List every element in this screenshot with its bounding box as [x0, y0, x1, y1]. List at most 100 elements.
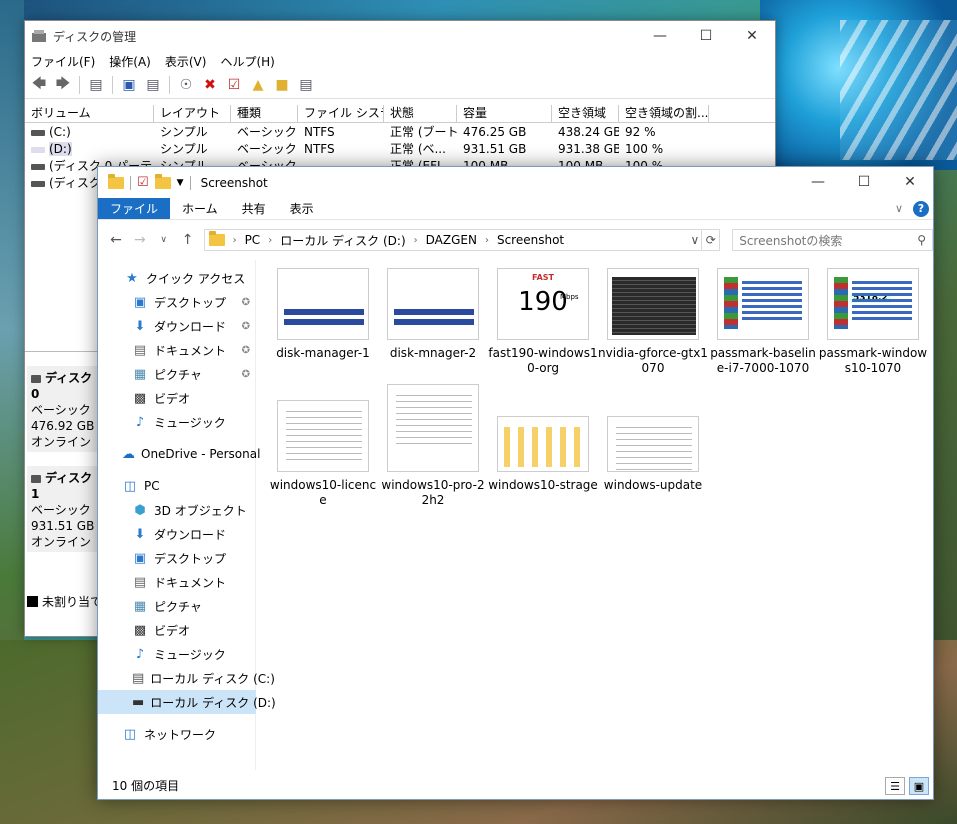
forward-arrow-icon[interactable]: → — [132, 232, 148, 248]
view-switcher: ☰ ▣ — [885, 777, 929, 795]
table-row[interactable]: (D:) シンプル ベーシック NTFS 正常 (ベ... 931.51 GB … — [25, 141, 775, 158]
properties-icon[interactable]: ▤ — [143, 75, 163, 95]
details-view-icon[interactable]: ☰ — [885, 777, 905, 795]
video-icon: ▩ — [133, 390, 147, 406]
minimize-icon[interactable]: — — [795, 167, 841, 197]
nav-quick-access[interactable]: ★ クイック アクセス — [98, 266, 256, 290]
file-item[interactable]: nvidia-gforce-gtx1070 — [598, 268, 708, 376]
delete-icon[interactable]: ✖ — [200, 75, 220, 95]
list-icon[interactable]: ▤ — [296, 75, 316, 95]
folder-icon — [108, 173, 124, 189]
menu-file[interactable]: ファイル(F) — [31, 53, 95, 70]
forward-arrow-icon[interactable]: 🡆 — [53, 75, 73, 95]
document-icon: ▤ — [133, 342, 147, 358]
star-icon: ★ — [126, 270, 138, 286]
close-icon[interactable]: ✕ — [729, 21, 775, 51]
nav-documents[interactable]: ▤ ドキュメント — [98, 570, 256, 594]
file-item[interactable]: FAST 190 Mbps fast190-windows10-org — [488, 268, 598, 376]
nav-downloads-pinned[interactable]: ⬇ ダウンロード ✪ — [98, 314, 256, 338]
col-free[interactable]: 空き領域 — [552, 105, 619, 122]
nav-music[interactable]: ♪ ミュージック — [98, 642, 256, 666]
drive-icon: ▬ — [132, 694, 145, 710]
file-item[interactable]: windows-update — [598, 416, 708, 493]
drive-icon — [31, 129, 45, 136]
nav-desktop[interactable]: ▣ デスクトップ — [98, 546, 256, 570]
breadcrumb-drive[interactable]: ローカル ディスク (D:) — [280, 232, 405, 249]
col-filesystem[interactable]: ファイル システム — [298, 105, 384, 122]
nav-pc[interactable]: ◫ PC — [98, 474, 256, 498]
maximize-icon[interactable]: ☐ — [683, 21, 729, 51]
col-status[interactable]: 状態 — [384, 105, 457, 122]
disk-1-panel[interactable]: ディスク 1 ベーシック 931.51 GB オンライン — [27, 466, 101, 552]
tab-file[interactable]: ファイル — [98, 198, 171, 219]
breadcrumb-dazgen[interactable]: DAZGEN — [426, 233, 477, 247]
tab-share[interactable]: 共有 — [230, 198, 278, 219]
tab-view[interactable]: 表示 — [278, 198, 326, 219]
back-arrow-icon[interactable]: 🡄 — [29, 75, 49, 95]
nav-desktop-pinned[interactable]: ▣ デスクトップ ✪ — [98, 290, 256, 314]
menu-action[interactable]: 操作(A) — [109, 53, 151, 70]
maximize-icon[interactable]: ☐ — [841, 167, 887, 197]
new-folder-icon[interactable] — [154, 173, 171, 189]
nav-onedrive[interactable]: ☁ OneDrive - Personal — [98, 442, 260, 466]
file-item[interactable]: windows10-pro-22h2 — [378, 384, 488, 508]
nav-videos-quick[interactable]: ▩ ビデオ — [98, 386, 256, 410]
console-tree-icon[interactable]: ▤ — [86, 75, 106, 95]
nav-downloads[interactable]: ⬇ ダウンロード — [98, 522, 256, 546]
refresh-icon[interactable]: ⟳ — [702, 229, 721, 251]
menu-view[interactable]: 表示(V) — [165, 53, 207, 70]
file-item[interactable]: windows10-strage — [488, 416, 598, 493]
nav-videos[interactable]: ▩ ビデオ — [98, 618, 256, 642]
recent-dropdown-icon[interactable]: ∨ — [156, 235, 172, 245]
breadcrumb-screenshot[interactable]: Screenshot — [497, 233, 564, 247]
file-item[interactable]: disk-mnager-2 — [378, 268, 488, 361]
pin-icon[interactable]: ✪ — [242, 321, 250, 332]
music-icon: ♪ — [135, 646, 145, 662]
expand-ribbon-icon[interactable]: ∨ — [895, 202, 903, 215]
nav-drive-c[interactable]: ▤ ローカル ディスク (C:) — [98, 666, 275, 690]
legend-unallocated: 未割り当て — [27, 593, 102, 610]
col-volume[interactable]: ボリューム — [25, 105, 154, 122]
large-icons-view-icon[interactable]: ▣ — [909, 777, 929, 795]
close-icon[interactable]: ✕ — [887, 167, 933, 197]
drive-c-icon: ▤ — [132, 670, 145, 686]
menu-help[interactable]: ヘルプ(H) — [220, 53, 274, 70]
search-folder-icon[interactable]: ■ — [272, 75, 292, 95]
folder-up-icon[interactable]: ▲ — [248, 75, 268, 95]
table-row[interactable]: (C:) シンプル ベーシック NTFS 正常 (ブート... 476.25 G… — [25, 124, 775, 141]
pin-icon[interactable]: ✪ — [242, 369, 250, 380]
file-item[interactable]: passmark-baseline-i7-7000-1070 — [708, 268, 818, 376]
file-item[interactable]: windows10-licence — [268, 400, 378, 508]
nav-music-quick[interactable]: ♪ ミュージック — [98, 410, 256, 434]
help-icon[interactable]: ? — [913, 200, 929, 217]
file-item[interactable]: 5318.2 passmark-windows10-1070 — [818, 268, 928, 376]
nav-documents-pinned[interactable]: ▤ ドキュメント ✪ — [98, 338, 256, 362]
help-icon[interactable]: ▣ — [119, 75, 139, 95]
connect-icon[interactable]: ☉ — [176, 75, 196, 95]
nav-network[interactable]: ◫ ネットワーク — [98, 722, 256, 746]
pin-icon[interactable]: ✪ — [242, 297, 250, 308]
file-item[interactable]: disk-manager-1 — [268, 268, 378, 361]
breadcrumb-pc[interactable]: PC — [245, 233, 261, 247]
address-bar[interactable]: › PC › ローカル ディスク (D:) › DAZGEN › Screens… — [203, 229, 703, 251]
quick-access-dropdown-icon[interactable]: ▼ — [177, 178, 184, 188]
properties-check-icon[interactable]: ☑ — [137, 175, 149, 190]
col-type[interactable]: 種類 — [231, 105, 298, 122]
col-layout[interactable]: レイアウト — [154, 105, 231, 122]
back-arrow-icon[interactable]: ← — [108, 232, 124, 248]
pin-icon[interactable]: ✪ — [242, 345, 250, 356]
check-icon[interactable]: ☑ — [224, 75, 244, 95]
nav-pictures[interactable]: ▦ ピクチャ — [98, 594, 256, 618]
nav-3d-objects[interactable]: ⬢ 3D オブジェクト — [98, 498, 256, 522]
tab-home[interactable]: ホーム — [170, 198, 230, 219]
col-capacity[interactable]: 容量 — [457, 105, 552, 122]
nav-pictures-pinned[interactable]: ▦ ピクチャ ✪ — [98, 362, 256, 386]
disk-0-panel[interactable]: ディスク 0 ベーシック 476.92 GB オンライン — [27, 366, 101, 452]
search-input[interactable]: Screenshotの検索 ⚲ — [732, 229, 933, 251]
col-free-percent[interactable]: 空き領域の割... — [619, 105, 709, 122]
minimize-icon[interactable]: — — [637, 21, 683, 51]
up-arrow-icon[interactable]: ↑ — [180, 232, 196, 248]
disk-icon — [31, 374, 41, 383]
address-dropdown-icon[interactable]: ∨ — [691, 233, 702, 247]
nav-drive-d[interactable]: ▬ ローカル ディスク (D:) — [98, 690, 276, 714]
